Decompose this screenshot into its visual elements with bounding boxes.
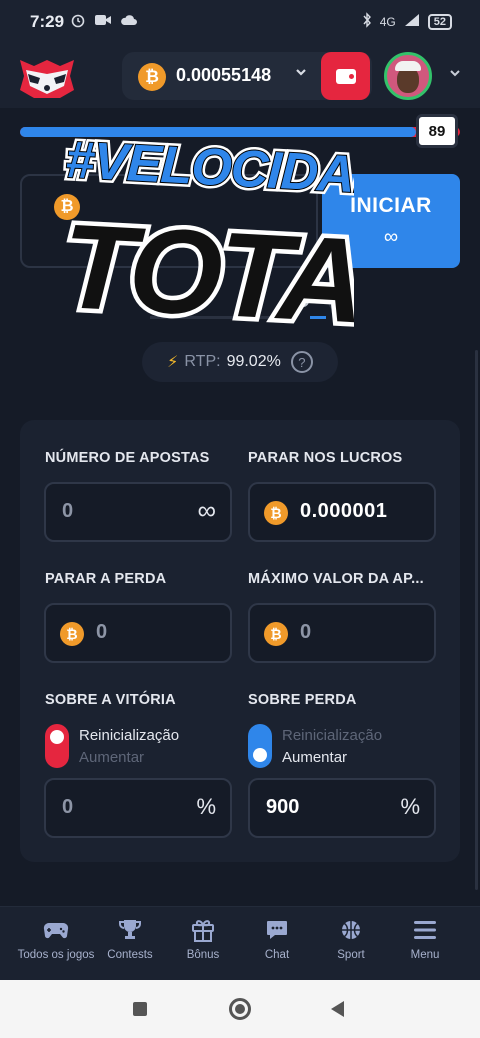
max-bet-input[interactable]: ₿ 0	[248, 603, 436, 663]
on-loss-increase-option[interactable]: Aumentar	[282, 749, 347, 766]
wallet-button[interactable]	[321, 52, 370, 100]
slider-handle[interactable]: 89	[416, 114, 458, 148]
bitcoin-icon: ₿	[60, 622, 84, 646]
on-win-toggle[interactable]	[45, 724, 69, 768]
status-time: 7:29	[30, 12, 65, 31]
nav-label: Contests	[107, 949, 153, 961]
start-button[interactable]: INICIAR ∞	[322, 174, 460, 268]
bluetooth-icon	[362, 12, 372, 31]
on-win-input[interactable]: 0 %	[44, 778, 232, 838]
signal-label: 4G	[379, 14, 396, 29]
home-icon[interactable]	[229, 998, 251, 1020]
settings-dot-icon[interactable]	[297, 295, 309, 307]
lightning-icon: ⚡	[167, 354, 179, 371]
on-win-percent: %	[196, 794, 216, 819]
status-icons	[70, 12, 138, 31]
on-win-increase-option[interactable]: Aumentar	[79, 749, 144, 766]
menu-icon	[412, 917, 438, 943]
profile-chevron-down-icon[interactable]	[448, 66, 462, 83]
page-scrollbar[interactable]	[475, 350, 478, 890]
gamepad-icon	[43, 917, 69, 943]
on-win-label: SOBRE A VITÓRIA	[45, 692, 176, 708]
rtp-badge: ⚡ RTP: 99.02% ?	[142, 342, 338, 382]
battery-icon: 52	[427, 13, 452, 30]
bet-amount-field[interactable]: ₿	[20, 174, 318, 268]
bitcoin-icon: ₿	[264, 622, 288, 646]
stop-loss-value: 0	[96, 621, 108, 643]
stop-loss-label: PARAR A PERDA	[45, 571, 167, 587]
slider-fill	[20, 127, 416, 137]
alarm-icon	[70, 12, 86, 31]
autobet-panel: NÚMERO DE APOSTAS PARAR NOS LUCROS 0 ∞ ₿…	[20, 420, 460, 862]
system-nav-bar	[0, 980, 480, 1038]
multiplier-slider[interactable]: 89	[20, 114, 460, 148]
wallet-balance: 0.00055148	[176, 65, 272, 85]
nav-menu[interactable]: Menu	[377, 917, 473, 961]
bitcoin-icon: ₿	[138, 63, 166, 91]
on-win-reset-option[interactable]: Reinicialização	[79, 727, 179, 744]
nav-label: Bônus	[186, 949, 220, 961]
on-loss-reset-option[interactable]: Reinicialização	[282, 727, 382, 744]
gift-icon	[190, 917, 216, 943]
on-win-value: 0	[62, 796, 74, 818]
chevron-down-icon	[294, 65, 308, 82]
on-loss-input[interactable]: 900 %	[248, 778, 436, 838]
on-loss-value: 900	[266, 796, 300, 818]
nav-label: Menu	[410, 949, 440, 961]
num-bets-input[interactable]: 0 ∞	[44, 482, 232, 542]
wallet-icon	[335, 68, 356, 84]
status-bar: 7:29 4G 52	[0, 0, 480, 44]
recents-icon[interactable]	[133, 1002, 147, 1016]
rtp-value: 99.02%	[226, 353, 281, 370]
ball-icon	[338, 917, 364, 943]
max-bet-value: 0	[300, 621, 312, 643]
chat-icon	[264, 917, 290, 943]
info-icon[interactable]: i	[328, 290, 350, 312]
nav-label: Chat	[264, 949, 290, 961]
bitcoin-icon: ₿	[54, 194, 80, 220]
max-bet-label: MÁXIMO VALOR DA AP...	[248, 571, 424, 587]
stop-loss-input[interactable]: ₿ 0	[44, 603, 232, 663]
on-loss-toggle[interactable]	[248, 724, 272, 768]
bitcoin-icon: ₿	[264, 501, 288, 525]
nav-label: Sport	[337, 949, 365, 961]
stop-profit-label: PARAR NOS LUCROS	[248, 450, 403, 466]
start-infinity: ∞	[383, 225, 399, 248]
rtp-label: RTP:	[184, 353, 221, 370]
avatar[interactable]	[384, 52, 432, 100]
cloud-icon	[120, 12, 138, 31]
infinity-icon: ∞	[197, 495, 216, 525]
stop-profit-input[interactable]: ₿ 0.000001	[248, 482, 436, 542]
start-label: INICIAR	[350, 193, 432, 217]
status-right: 4G 52	[362, 12, 452, 31]
num-bets-value: 0	[62, 500, 74, 522]
bottom-nav: Todos os jogos Contests Bônus Chat Sport…	[0, 906, 480, 980]
on-loss-label: SOBRE PERDA	[248, 692, 357, 708]
trophy-icon	[117, 917, 143, 943]
help-icon[interactable]: ?	[290, 351, 313, 373]
raccoon-logo-icon[interactable]	[16, 52, 78, 100]
back-icon[interactable]	[331, 1001, 344, 1017]
app-header: ₿ 0.00055148	[0, 44, 480, 108]
mode-indicator	[150, 316, 326, 319]
video-icon	[94, 12, 112, 31]
stop-profit-value: 0.000001	[300, 500, 388, 522]
signal-icon	[404, 13, 420, 30]
num-bets-label: NÚMERO DE APOSTAS	[45, 450, 210, 466]
on-loss-percent: %	[400, 794, 420, 819]
